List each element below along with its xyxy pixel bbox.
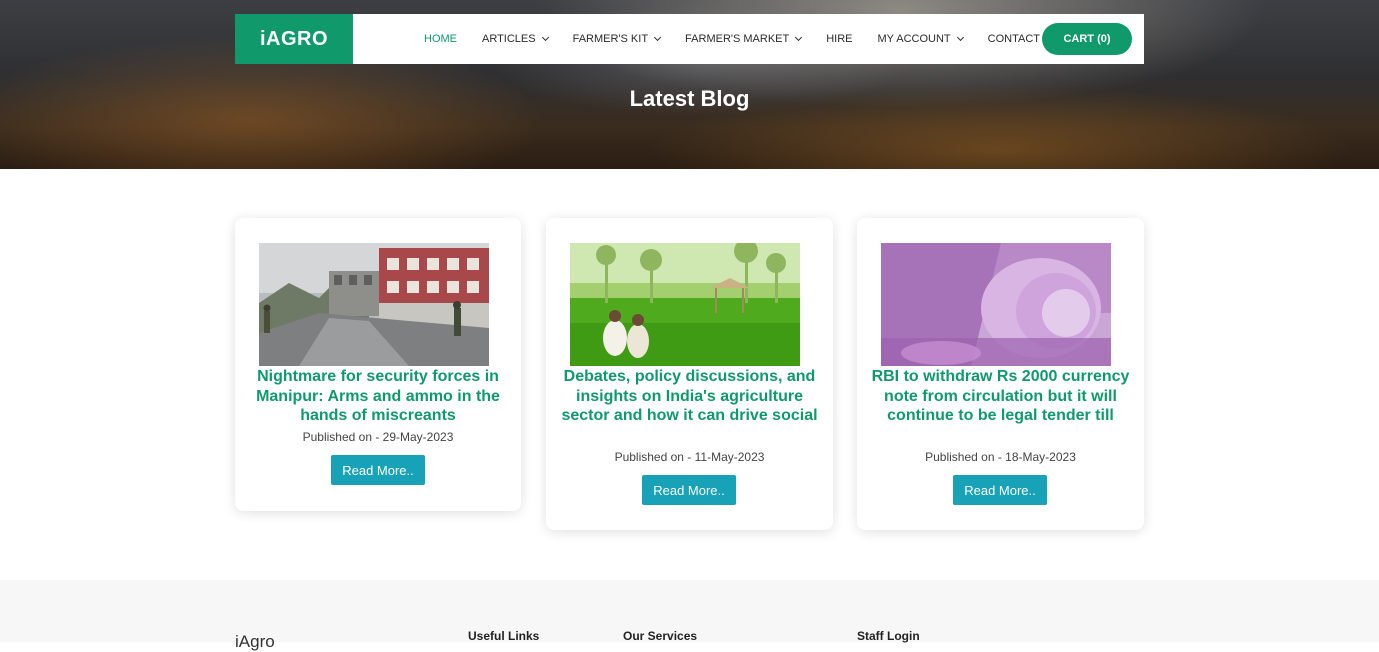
nav-label: CONTACT: [987, 33, 1040, 45]
nav-label: ARTICLES: [482, 33, 536, 45]
brand-logo[interactable]: iAGRO: [235, 14, 353, 64]
blog-card: Nightmare for security forces in Manipur…: [235, 218, 521, 511]
nav-item-home[interactable]: HOME: [424, 33, 457, 45]
blog-date: Published on - 11-May-2023: [614, 450, 765, 464]
nav-item-hire[interactable]: HIRE: [826, 33, 852, 45]
nav-label: FARMER'S KIT: [572, 33, 649, 45]
street-photo-image: [259, 243, 489, 366]
blog-image-currency[interactable]: [881, 243, 1111, 366]
nav-item-contact[interactable]: CONTACT: [988, 33, 1040, 45]
blog-card: RBI to withdraw Rs 2000 currency note fr…: [857, 218, 1144, 530]
farm-field-image: [570, 243, 800, 366]
blog-date: Published on - 18-May-2023: [925, 450, 1076, 464]
page-title: Latest Blog: [629, 86, 750, 111]
nav-item-farmers-market[interactable]: FARMER'S MARKET: [685, 33, 803, 45]
footer-heading-useful-links: Useful Links: [468, 629, 540, 643]
nav-label: HIRE: [826, 33, 853, 45]
blog-title[interactable]: RBI to withdraw Rs 2000 currency note fr…: [871, 367, 1130, 426]
main-menu: HOME ARTICLES FARMER'S KIT FARMER'S MARK…: [424, 33, 1065, 45]
currency-notes-image: [881, 243, 1111, 366]
site-footer: iAgro Useful Links Our Services Staff Lo…: [0, 580, 1379, 651]
nav-label: FARMER'S MARKET: [685, 33, 790, 45]
blog-title[interactable]: Nightmare for security forces in Manipur…: [249, 367, 507, 426]
read-more-button[interactable]: Read More..: [953, 475, 1047, 505]
cart-button[interactable]: CART (0): [1042, 23, 1132, 55]
nav-label: MY ACCOUNT: [877, 33, 951, 45]
chevron-down-icon: [795, 33, 803, 42]
nav-label: HOME: [424, 33, 457, 45]
chevron-down-icon: [654, 33, 662, 42]
nav-item-farmers-kit[interactable]: FARMER'S KIT: [572, 33, 662, 45]
top-navbar: iAGRO HOME ARTICLES FARMER'S KIT FARMER'…: [235, 14, 1144, 64]
footer-heading-our-services: Our Services: [623, 629, 698, 643]
footer-heading-staff-login: Staff Login: [857, 629, 920, 643]
footer-logo: iAgro: [235, 632, 275, 651]
read-more-button[interactable]: Read More..: [642, 475, 736, 505]
blog-image-street[interactable]: [259, 243, 489, 366]
blog-card: Debates, policy discussions, and insight…: [546, 218, 833, 530]
nav-item-my-account[interactable]: MY ACCOUNT: [877, 33, 964, 45]
read-more-button[interactable]: Read More..: [331, 455, 425, 485]
blog-image-farmers[interactable]: [570, 243, 800, 366]
chevron-down-icon: [956, 33, 964, 42]
nav-item-articles[interactable]: ARTICLES: [482, 33, 549, 45]
chevron-down-icon: [541, 33, 549, 42]
blog-date: Published on - 29-May-2023: [302, 430, 454, 444]
blog-title[interactable]: Debates, policy discussions, and insight…: [560, 367, 819, 426]
